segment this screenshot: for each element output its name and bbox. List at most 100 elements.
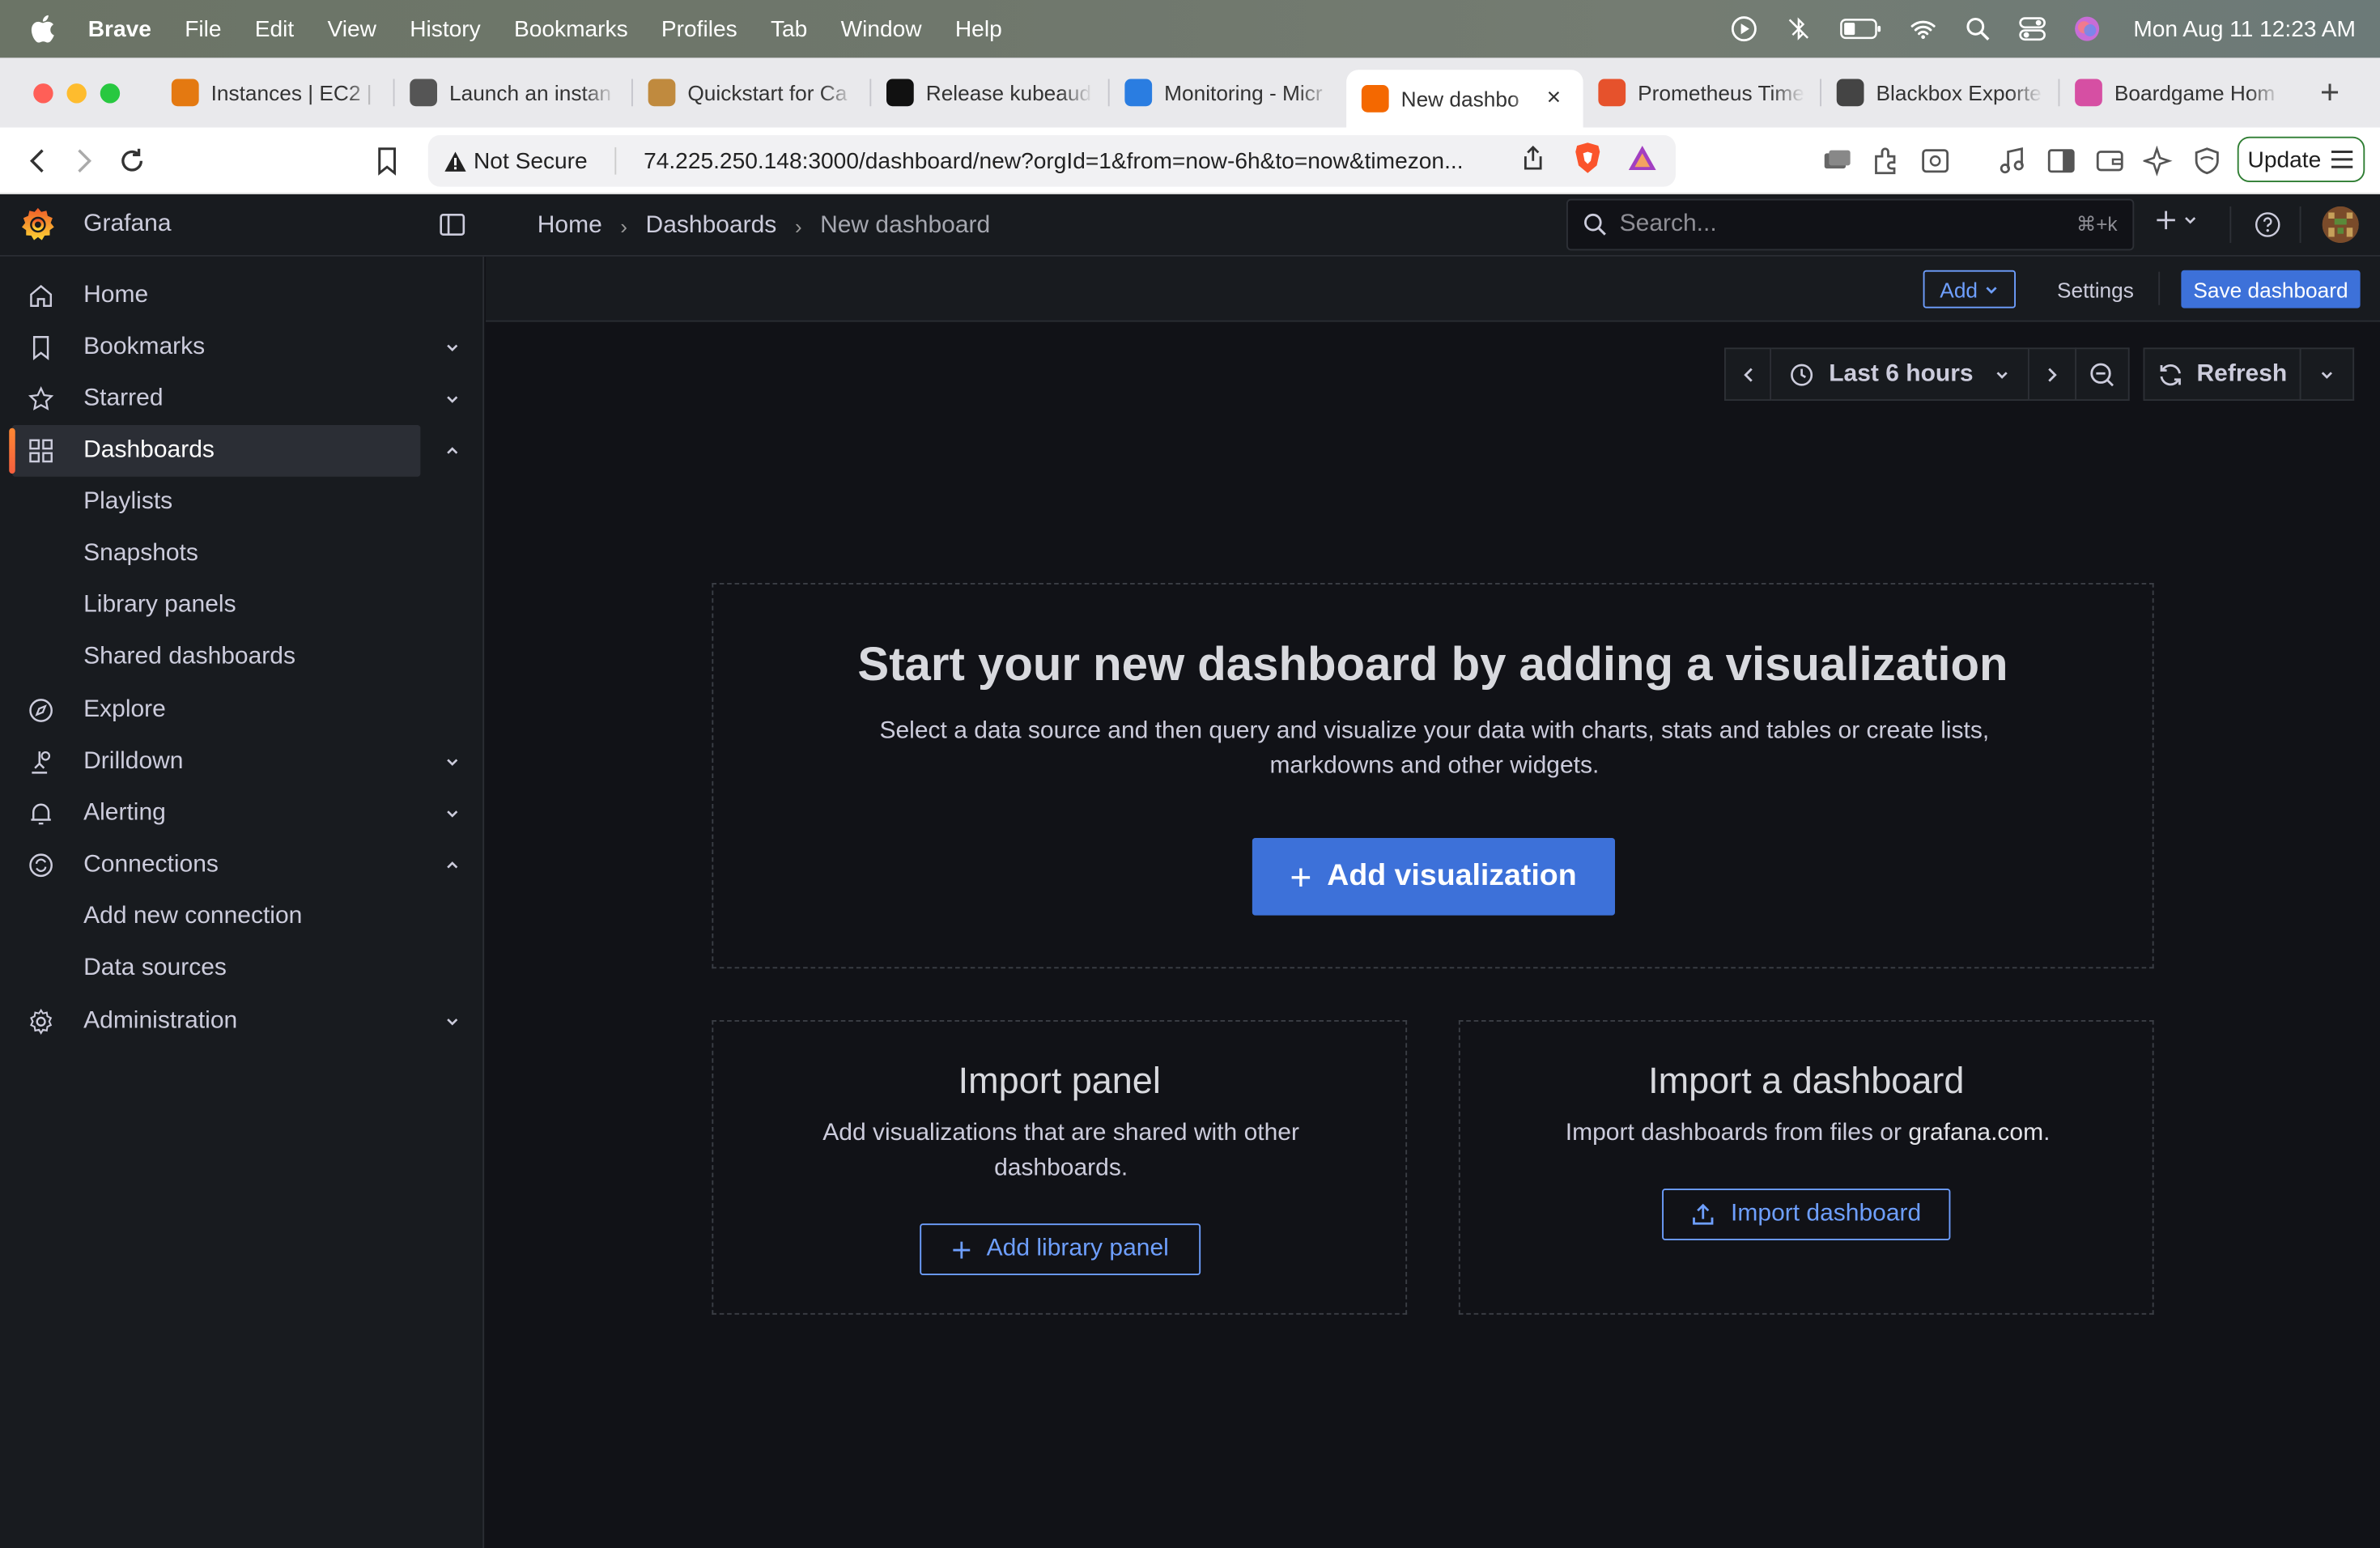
compass-icon [29, 699, 53, 722]
sidebar-item-starred[interactable]: Starred [12, 373, 458, 425]
browser-tab[interactable]: Release kubeaud [871, 67, 1108, 119]
menu-view[interactable]: View [328, 16, 376, 42]
time-back-button[interactable] [1724, 347, 1772, 401]
browser-tab[interactable]: Boardgame Hom [2059, 67, 2297, 119]
apple-icon[interactable] [31, 15, 55, 43]
share-icon[interactable] [1521, 144, 1545, 177]
chevron-down-icon[interactable] [444, 1013, 462, 1031]
media-icon[interactable] [1996, 144, 2029, 177]
wallet-icon[interactable] [2093, 144, 2127, 177]
tab-favicon-icon [1124, 79, 1153, 107]
bookmark-page-icon[interactable] [371, 144, 404, 177]
browser-tab[interactable]: Monitoring - Micr [1110, 67, 1347, 119]
vpn-shield-icon[interactable] [2191, 144, 2224, 177]
browser-tab[interactable]: Blackbox Exporte [1821, 67, 2059, 119]
sidebar-item-shared-dashboards[interactable]: Shared dashboards [83, 632, 295, 683]
chevron-down-icon[interactable] [444, 390, 462, 409]
menu-profiles[interactable]: Profiles [661, 16, 737, 42]
zoom-window-button[interactable] [100, 83, 121, 103]
add-visualization-button[interactable]: Add visualization [1252, 838, 1615, 916]
refresh-interval-dropdown[interactable] [2301, 347, 2355, 401]
chevron-up-icon[interactable] [444, 857, 462, 875]
breadcrumb-dashboards[interactable]: Dashboards [646, 212, 777, 240]
siri-icon[interactable] [2072, 15, 2100, 43]
search-input[interactable]: Search... ⌘+k [1566, 198, 2135, 251]
browser-update-button[interactable]: Update [2237, 136, 2365, 182]
battery-icon[interactable] [1839, 15, 1882, 43]
brave-rewards-icon[interactable] [1627, 144, 1658, 177]
dock-menu-icon[interactable] [439, 211, 466, 239]
minimize-window-button[interactable] [66, 83, 87, 103]
browser-tab[interactable]: Prometheus Time [1583, 67, 1821, 119]
url-text[interactable]: 74.225.250.148:3000/dashboard/new?orgId=… [644, 148, 1524, 174]
back-icon[interactable] [21, 144, 54, 177]
sidebar-item-home[interactable]: Home [12, 270, 420, 322]
chevron-up-icon[interactable] [444, 442, 462, 461]
grafana-com-link[interactable]: grafana.com [1908, 1121, 2043, 1146]
chevron-down-icon[interactable] [444, 805, 462, 823]
menu-history[interactable]: History [410, 16, 481, 42]
sidebar-item-add-new-connection[interactable]: Add new connection [83, 891, 302, 943]
menu-bookmarks[interactable]: Bookmarks [514, 16, 628, 42]
menu-window[interactable]: Window [841, 16, 922, 42]
sidebar-item-connections[interactable]: Connections [12, 840, 458, 891]
browser-tab[interactable]: Launch an instan [395, 67, 632, 119]
grafana-brand[interactable]: Grafana [83, 211, 171, 239]
sidebar-item-alerting[interactable]: Alerting [12, 788, 458, 840]
wifi-icon[interactable] [1909, 15, 1936, 43]
browser-tab[interactable]: Quickstart for Ca [633, 67, 870, 119]
leo-ai-icon[interactable] [2142, 144, 2175, 177]
menu-file[interactable]: File [185, 16, 221, 42]
settings-button[interactable]: Settings [2037, 270, 2153, 308]
address-bar[interactable]: Not Secure 74.225.250.148:3000/dashboard… [427, 134, 1676, 187]
menu-app-name[interactable]: Brave [88, 16, 151, 42]
reader-mode-icon[interactable] [1919, 144, 1952, 177]
menu-tab[interactable]: Tab [771, 16, 807, 42]
sidebar-item-drilldown[interactable]: Drilldown [12, 736, 458, 788]
zoom-out-button[interactable] [2076, 347, 2130, 401]
sidebar-item-explore[interactable]: Explore [12, 685, 420, 737]
sidebar-item-bookmarks[interactable]: Bookmarks [12, 322, 458, 374]
control-center-icon[interactable] [2018, 15, 2046, 43]
reload-icon[interactable] [116, 144, 149, 177]
sidebar-item-snapshots[interactable]: Snapshots [83, 529, 198, 580]
new-tab-button[interactable]: + [2312, 73, 2348, 113]
time-range-button[interactable]: Last 6 hours [1771, 347, 2029, 401]
bluetooth-off-icon[interactable] [1784, 15, 1812, 43]
close-tab-icon[interactable]: × [1547, 85, 1568, 113]
extensions-icon[interactable] [1870, 144, 1903, 177]
sidebar-toggle-icon[interactable] [2045, 144, 2078, 177]
spotlight-search-icon[interactable] [1963, 15, 1991, 43]
chevron-down-icon[interactable] [444, 338, 462, 357]
add-library-panel-button[interactable]: Add library panel [920, 1223, 1201, 1275]
play-icon[interactable] [1730, 15, 1757, 43]
menu-help[interactable]: Help [955, 16, 1002, 42]
avatar[interactable] [2322, 206, 2359, 243]
browser-tab[interactable]: Instances | EC2 | [156, 67, 393, 119]
sidebar-item-library-panels[interactable]: Library panels [83, 580, 236, 632]
menu-edit[interactable]: Edit [255, 16, 294, 42]
menubar-clock[interactable]: Mon Aug 11 12:23 AM [2133, 16, 2356, 42]
breadcrumb-home[interactable]: Home [538, 212, 602, 240]
close-window-button[interactable] [33, 83, 53, 103]
time-forward-button[interactable] [2029, 347, 2076, 401]
security-label[interactable]: Not Secure [474, 148, 588, 174]
chevron-right-icon: › [794, 213, 802, 238]
warning-icon[interactable] [444, 150, 468, 172]
grafana-logo-icon[interactable] [19, 205, 58, 245]
import-dashboard-button[interactable]: Import dashboard [1662, 1189, 1951, 1240]
add-button[interactable]: Add [1923, 270, 2016, 308]
refresh-button[interactable]: Refresh [2143, 347, 2301, 401]
new-menu-button[interactable] [2156, 210, 2199, 231]
help-icon[interactable] [2254, 211, 2281, 239]
sidebar-item-data-sources[interactable]: Data sources [83, 942, 227, 994]
forward-icon[interactable] [67, 144, 100, 177]
sidebar-item-administration[interactable]: Administration [12, 996, 458, 1048]
sidebar-item-playlists[interactable]: Playlists [83, 477, 172, 529]
screen-cast-icon[interactable] [1820, 144, 1853, 177]
chevron-down-icon[interactable] [444, 753, 462, 772]
save-dashboard-button[interactable]: Save dashboard [2181, 270, 2361, 308]
sidebar-item-dashboards[interactable]: Dashboards [9, 425, 458, 477]
brave-shields-icon[interactable] [1573, 141, 1604, 181]
browser-tab-active[interactable]: New dashbo × [1346, 70, 1583, 128]
